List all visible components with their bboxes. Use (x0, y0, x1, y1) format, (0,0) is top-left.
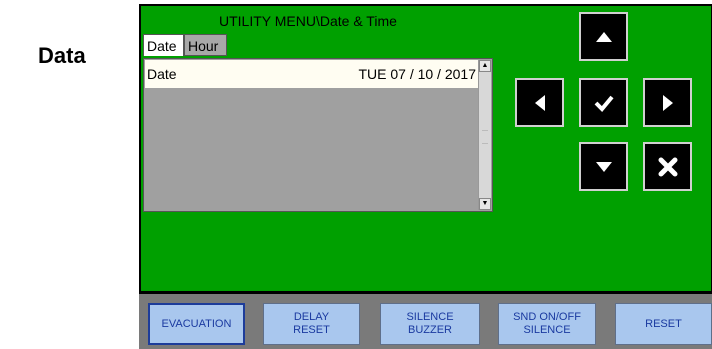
snd-on-off-silence-button[interactable]: SND ON/OFF SILENCE (498, 303, 596, 345)
right-button[interactable] (643, 78, 692, 127)
hmi-screen: UTILITY MENU\Date & Time Date Hour Date … (139, 4, 712, 349)
confirm-button[interactable] (579, 78, 628, 127)
vertical-scrollbar[interactable]: ▲ ▼ (478, 60, 491, 210)
arrow-right-icon (662, 94, 673, 111)
left-button[interactable] (515, 78, 564, 127)
delay-reset-button[interactable]: DELAY RESET (263, 303, 360, 345)
arrow-left-icon (534, 94, 545, 111)
cross-icon (658, 157, 677, 176)
side-label: Data (38, 43, 86, 68)
tab-hour[interactable]: Hour (184, 34, 227, 56)
list-item-date[interactable]: Date TUE 07 / 10 / 2017 (145, 60, 478, 88)
arrow-down-icon (595, 161, 612, 172)
arrow-up-icon (595, 31, 612, 42)
tab-date[interactable]: Date (143, 34, 184, 56)
main-panel: UTILITY MENU\Date & Time Date Hour Date … (141, 6, 711, 291)
list-item-label: Date (147, 66, 177, 82)
cancel-button[interactable] (643, 142, 692, 191)
check-icon (594, 95, 614, 112)
window-title: UTILITY MENU\Date & Time (219, 13, 397, 29)
scroll-down-icon[interactable]: ▼ (479, 198, 491, 210)
date-time-list: Date TUE 07 / 10 / 2017 ▲ ▼ (143, 58, 493, 212)
evacuation-button[interactable]: EVACUATION (148, 303, 245, 345)
function-bar: EVACUATION DELAY RESET SILENCE BUZZER SN… (139, 294, 712, 349)
reset-button[interactable]: RESET (615, 303, 712, 345)
down-button[interactable] (579, 142, 628, 191)
silence-buzzer-button[interactable]: SILENCE BUZZER (380, 303, 480, 345)
list-item-value: TUE 07 / 10 / 2017 (358, 66, 476, 82)
scroll-grip (482, 130, 488, 144)
up-button[interactable] (579, 12, 628, 61)
scroll-up-icon[interactable]: ▲ (479, 60, 491, 72)
